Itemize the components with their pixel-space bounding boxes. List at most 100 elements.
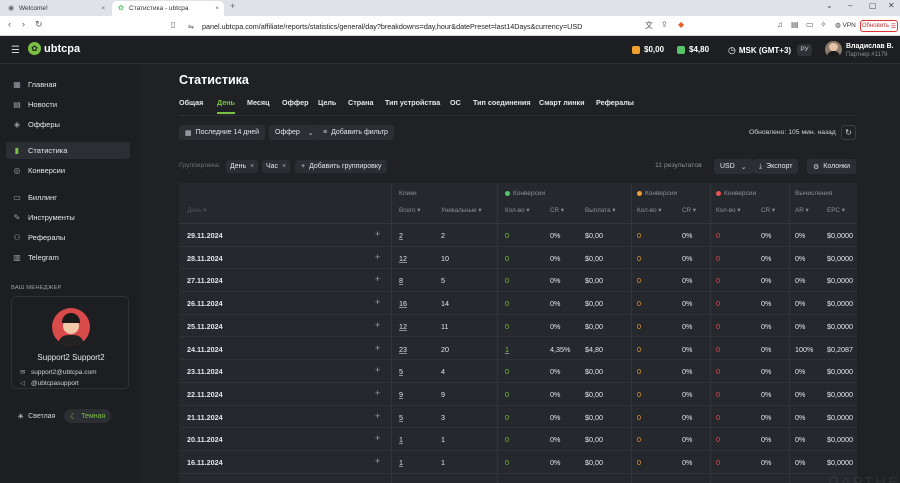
currency-select[interactable]: USD ⌄: [714, 159, 753, 174]
browser-tab-statistics[interactable]: ✿ Статистика - ubtcpa ×: [112, 1, 224, 16]
sidebar-toggle-icon[interactable]: ▤: [791, 20, 799, 29]
cell-total-clicks[interactable]: 5: [399, 413, 403, 422]
cell-total-clicks[interactable]: 8: [399, 276, 403, 285]
sidebar-item-statistics[interactable]: ▮ Статистика: [6, 142, 130, 159]
refresh-button[interactable]: ↻: [841, 125, 856, 140]
back-icon[interactable]: ‹: [8, 19, 11, 29]
theme-light-button[interactable]: ☀ Светлая: [11, 409, 61, 423]
language-switch[interactable]: РУ: [797, 44, 812, 56]
close-icon[interactable]: ×: [282, 163, 286, 170]
column-header-count-rejected[interactable]: Кол-во ▾: [716, 207, 741, 214]
expand-row-icon[interactable]: +: [375, 411, 380, 421]
cell-total-clicks[interactable]: 9: [399, 390, 403, 399]
column-header-ar[interactable]: AR ▾: [795, 207, 809, 214]
cell-count-approved[interactable]: 1: [505, 345, 509, 354]
forward-icon[interactable]: ›: [22, 19, 25, 29]
user-name[interactable]: Владислав В.: [846, 43, 894, 50]
column-header-unique[interactable]: Уникальные ▾: [441, 207, 482, 214]
add-grouping-button[interactable]: + Добавить группировку: [295, 160, 388, 173]
expand-row-icon[interactable]: +: [375, 274, 380, 284]
expand-row-icon[interactable]: +: [375, 456, 380, 466]
cell-total-clicks[interactable]: 12: [399, 322, 407, 331]
tab-os[interactable]: ОС: [450, 98, 461, 107]
tab-device-type[interactable]: Тип устройства: [385, 98, 440, 107]
sidebar-item-home[interactable]: ▦ Главная: [6, 76, 130, 93]
tab-offer[interactable]: Оффер: [282, 98, 308, 107]
expand-row-icon[interactable]: +: [375, 365, 380, 375]
translate-icon[interactable]: 文: [645, 20, 653, 31]
manager-email[interactable]: ✉ support2@ubtcpa.com: [20, 368, 97, 377]
column-header-cr-approved[interactable]: CR ▾: [550, 207, 564, 214]
sidebar-item-news[interactable]: ▤ Новости: [6, 96, 130, 113]
tab-general[interactable]: Общая: [179, 98, 203, 107]
sidebar-item-conversions[interactable]: ◎ Конверсии: [6, 162, 130, 179]
expand-row-icon[interactable]: +: [375, 343, 380, 353]
vpn-button[interactable]: ◍ VPN: [835, 21, 856, 29]
period-filter-button[interactable]: ▦ Последние 14 дней: [179, 125, 266, 140]
tab-country[interactable]: Страна: [348, 98, 373, 107]
menu-icon[interactable]: ☰: [11, 45, 20, 56]
music-icon[interactable]: ♫: [777, 20, 783, 29]
add-filter-button[interactable]: ≡ Добавить фильтр: [317, 125, 394, 140]
tab-day[interactable]: День: [217, 98, 235, 114]
cell-total-clicks[interactable]: 16: [399, 299, 407, 308]
bookmark-icon[interactable]: ▯: [171, 20, 175, 29]
tab-smart-links[interactable]: Смарт линки: [539, 98, 585, 107]
wallet-icon[interactable]: ▭: [806, 20, 814, 29]
manager-telegram[interactable]: ◁ @ubtcpasupport: [20, 379, 79, 388]
timezone-selector[interactable]: ◷ MSK (GMT+3): [728, 45, 791, 56]
sidebar-item-telegram[interactable]: ▥ Telegram: [6, 249, 130, 266]
tab-connection-type[interactable]: Тип соединения: [473, 98, 531, 107]
tab-month[interactable]: Месяц: [247, 98, 270, 107]
column-header-epc[interactable]: EPC ▾: [827, 207, 845, 214]
column-header-count-approved[interactable]: Кол-во ▾: [505, 207, 530, 214]
extensions-icon[interactable]: ✧: [820, 20, 827, 29]
avatar[interactable]: [825, 41, 842, 58]
theme-dark-button[interactable]: ☾ Темная: [64, 409, 112, 423]
expand-row-icon[interactable]: +: [375, 320, 380, 330]
minimize-icon[interactable]: –: [848, 1, 852, 10]
column-header-payout[interactable]: Выплата ▾: [585, 207, 615, 214]
close-icon[interactable]: ×: [215, 5, 219, 12]
tab-goal[interactable]: Цель: [318, 98, 336, 107]
column-header-cr-rejected[interactable]: CR ▾: [761, 207, 775, 214]
sidebar-item-offers[interactable]: ◈ Офферы: [6, 116, 130, 133]
cell-total-clicks[interactable]: 1: [399, 435, 403, 444]
browser-tab-welcome[interactable]: ◉ Welcome! ×: [2, 1, 110, 16]
brave-shield-icon[interactable]: ◆: [678, 20, 684, 29]
offer-filter-select[interactable]: Оффер ⌄: [269, 125, 320, 140]
column-header-cr-pending[interactable]: CR ▾: [682, 207, 696, 214]
column-header-day[interactable]: День ▾: [187, 207, 206, 214]
chevron-down-icon[interactable]: ⌄: [826, 1, 833, 10]
logo[interactable]: ✿ ubtcpa: [28, 42, 80, 55]
sidebar-item-referrals[interactable]: ⚇ Рефералы: [6, 229, 130, 246]
expand-row-icon[interactable]: +: [375, 433, 380, 443]
new-tab-button[interactable]: +: [230, 1, 235, 11]
expand-row-icon[interactable]: +: [375, 297, 380, 307]
sidebar-item-tools[interactable]: ✎ Инструменты: [6, 209, 130, 226]
tab-referrals[interactable]: Рефералы: [596, 98, 634, 107]
cell-count-rejected: 0: [716, 344, 720, 354]
cell-total-clicks[interactable]: 23: [399, 345, 407, 354]
address-bar[interactable]: ⇋ panel.ubtcpa.com/affiliate/reports/sta…: [188, 19, 648, 33]
cell-total-clicks[interactable]: 1: [399, 458, 403, 467]
sidebar-item-billing[interactable]: ▭ Биллинг: [6, 189, 130, 206]
window-close-icon[interactable]: ✕: [888, 1, 895, 10]
maximize-icon[interactable]: ▢: [869, 1, 877, 10]
column-header-total[interactable]: Всего ▾: [399, 207, 420, 214]
export-button[interactable]: ⤓ Экспорт: [753, 159, 799, 174]
close-icon[interactable]: ×: [250, 163, 254, 170]
close-icon[interactable]: ×: [101, 5, 105, 12]
cell-total-clicks[interactable]: 2: [399, 231, 403, 240]
cell-total-clicks[interactable]: 5: [399, 367, 403, 376]
expand-row-icon[interactable]: +: [375, 252, 380, 262]
cell-total-clicks[interactable]: 12: [399, 254, 407, 263]
expand-row-icon[interactable]: +: [375, 388, 380, 398]
column-header-count-pending[interactable]: Кол-во ▾: [637, 207, 662, 214]
share-icon[interactable]: ⇪: [661, 20, 668, 29]
site-info-icon[interactable]: ⇋: [188, 22, 194, 31]
browser-update-button[interactable]: Обновить ☰: [860, 20, 898, 32]
expand-row-icon[interactable]: +: [375, 229, 380, 239]
columns-button[interactable]: ⚙ Колонки: [807, 159, 856, 174]
reload-icon[interactable]: ↻: [35, 19, 43, 30]
